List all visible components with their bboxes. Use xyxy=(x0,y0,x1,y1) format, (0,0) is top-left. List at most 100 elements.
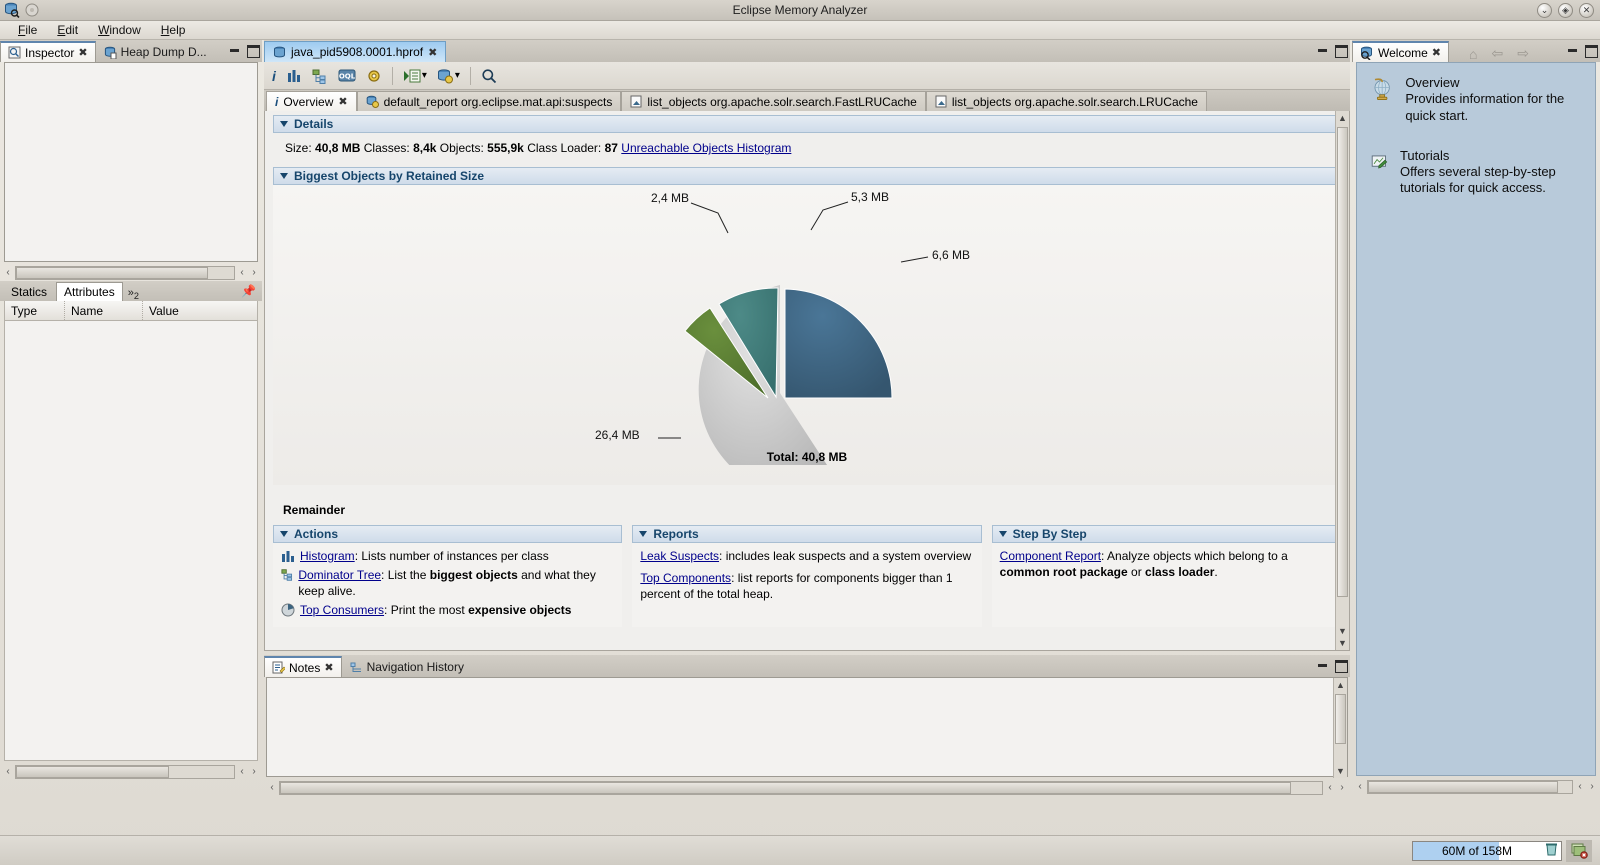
notes-minimize-icon[interactable] xyxy=(1316,658,1329,671)
step-by-step-header[interactable]: Step By Step xyxy=(991,525,1341,543)
run-report-chevron-down-icon[interactable]: ▾ xyxy=(455,70,460,81)
notes-scroll-left-icon[interactable]: ‹ xyxy=(267,782,277,793)
welcome-scroll-left-icon[interactable]: ‹ xyxy=(1355,781,1365,792)
notes-scroll-thumb[interactable] xyxy=(1335,694,1346,744)
biggest-objects-header[interactable]: Biggest Objects by Retained Size xyxy=(273,167,1341,185)
notes-text-area[interactable]: ▲ ▼ xyxy=(266,677,1348,778)
overview-scroll-up-icon[interactable]: ▲ xyxy=(1338,113,1347,123)
welcome-item-tutorials[interactable]: Tutorials Offers several step-by-step tu… xyxy=(1371,148,1585,197)
oql-icon[interactable]: OQL xyxy=(338,68,356,83)
back-arrow-icon[interactable]: ⇦ xyxy=(1491,45,1503,62)
notes-scroll-track[interactable] xyxy=(279,780,1323,795)
overview-scroll-thumb[interactable] xyxy=(1337,127,1348,597)
overview-scroll-end-icon[interactable]: ▼ xyxy=(1338,638,1347,648)
editor-tab-heap-dump[interactable]: java_pid5908.0001.hprof ✖ xyxy=(264,41,447,62)
tab-inspector-close-icon[interactable]: ✖ xyxy=(78,46,87,59)
menu-item-file[interactable]: File xyxy=(8,22,47,38)
pin-icon[interactable]: 📌 xyxy=(241,284,256,298)
editor-tab-close-icon[interactable]: ✖ xyxy=(428,46,437,59)
inspector-scroll-track[interactable] xyxy=(15,265,235,280)
menu-item-help[interactable]: Help xyxy=(151,22,196,38)
top-consumers-link[interactable]: Top Consumers xyxy=(300,603,384,617)
inspector-scroll-next-icon[interactable]: › xyxy=(249,267,259,278)
overview-scroll-down-icon[interactable]: ▼ xyxy=(1338,626,1347,636)
inspections-gear-icon[interactable] xyxy=(366,68,382,84)
histogram-link[interactable]: Histogram xyxy=(300,549,355,563)
notes-maximize-icon[interactable] xyxy=(1334,658,1348,673)
reports-header[interactable]: Reports xyxy=(632,525,982,543)
inner-tab-overview[interactable]: i Overview ✖ xyxy=(266,91,357,111)
welcome-maximize-icon[interactable] xyxy=(1584,43,1598,58)
component-report-link[interactable]: Component Report xyxy=(1000,549,1101,563)
run-query-icon[interactable]: ▾ xyxy=(403,68,427,84)
subtab-statics[interactable]: Statics xyxy=(4,283,54,301)
dominator-tree-link[interactable]: Dominator Tree xyxy=(298,568,381,582)
overview-vscrollbar[interactable]: ▲ ▼ ▼ xyxy=(1335,111,1349,650)
notes-vscrollbar[interactable]: ▲ ▼ xyxy=(1333,678,1347,778)
notes-scroll-down-icon[interactable]: ▼ xyxy=(1336,766,1345,776)
trash-icon[interactable] xyxy=(1541,842,1561,859)
actions-header[interactable]: Actions xyxy=(273,525,623,543)
welcome-prev-icon[interactable]: ‹ xyxy=(1575,781,1585,792)
tab-welcome[interactable]: Welcome ✖ xyxy=(1352,41,1450,62)
inner-tab-list-objects-lrucache[interactable]: list_objects org.apache.solr.search.LRUC… xyxy=(925,91,1207,111)
column-header-value[interactable]: Value xyxy=(143,301,257,320)
home-icon[interactable]: ⌂ xyxy=(1469,46,1477,62)
step-by-step-collapse-triangle-icon[interactable] xyxy=(998,531,1007,537)
welcome-scroll-track[interactable] xyxy=(1367,779,1573,794)
welcome-next-icon[interactable]: › xyxy=(1587,781,1597,792)
run-report-icon[interactable]: ▾ xyxy=(437,68,460,84)
inspector-bottom-prev-icon[interactable]: ‹ xyxy=(237,766,247,777)
inspector-hscrollbar[interactable]: ‹ ‹ › xyxy=(3,264,259,281)
search-icon[interactable] xyxy=(481,68,497,84)
run-query-chevron-down-icon[interactable]: ▾ xyxy=(422,70,427,81)
window-restore-button[interactable]: ◈ xyxy=(1558,3,1573,18)
window-close-button[interactable]: ✕ xyxy=(1579,3,1594,18)
editor-maximize-icon[interactable] xyxy=(1334,43,1348,58)
inspector-bottom-scroll-thumb[interactable] xyxy=(16,765,169,778)
welcome-minimize-icon[interactable] xyxy=(1566,43,1579,56)
inspector-bottom-scroll-left-icon[interactable]: ‹ xyxy=(3,766,13,777)
notes-hscrollbar[interactable]: ‹ ‹ › xyxy=(267,779,1347,796)
unreachable-objects-histogram-link[interactable]: Unreachable Objects Histogram xyxy=(621,141,791,155)
welcome-item-overview[interactable]: Overview Provides information for the qu… xyxy=(1371,75,1585,124)
inspector-minimize-icon[interactable] xyxy=(228,43,241,56)
heap-status-widget[interactable]: 60M of 158M xyxy=(1412,840,1562,861)
tab-notes[interactable]: Notes ✖ xyxy=(264,656,342,677)
column-header-type[interactable]: Type xyxy=(5,301,65,320)
top-components-link[interactable]: Top Components xyxy=(640,571,731,585)
editor-minimize-icon[interactable] xyxy=(1316,43,1329,56)
notes-next-icon[interactable]: › xyxy=(1337,782,1347,793)
inner-tab-overview-close-icon[interactable]: ✖ xyxy=(338,95,347,108)
subtab-overflow-chevron-icon[interactable]: »2 xyxy=(125,287,139,301)
welcome-scroll-thumb[interactable] xyxy=(1368,780,1558,793)
leak-suspects-link[interactable]: Leak Suspects xyxy=(640,549,719,563)
inspector-scroll-left-icon[interactable]: ‹ xyxy=(3,267,13,278)
overview-info-icon[interactable]: i xyxy=(272,68,276,84)
subtab-attributes[interactable]: Attributes xyxy=(56,282,123,301)
tab-heap-dump-details[interactable]: Heap Dump D... xyxy=(96,41,215,62)
histogram-icon[interactable] xyxy=(286,68,302,84)
window-minimize-button[interactable]: ⌄ xyxy=(1537,3,1552,18)
inner-tab-list-objects-fastlrucache[interactable]: list_objects org.apache.solr.search.Fast… xyxy=(621,91,926,111)
notes-scroll-up-icon[interactable]: ▲ xyxy=(1336,680,1345,690)
inspector-maximize-icon[interactable] xyxy=(246,43,260,58)
notes-scroll-hthumb[interactable] xyxy=(280,781,1291,794)
menu-item-edit[interactable]: Edit xyxy=(47,22,88,38)
welcome-hscrollbar[interactable]: ‹ ‹ › xyxy=(1355,778,1597,795)
details-collapse-triangle-icon[interactable] xyxy=(280,121,288,127)
inspector-bottom-next-icon[interactable]: › xyxy=(249,766,259,777)
biggest-objects-collapse-triangle-icon[interactable] xyxy=(280,173,288,179)
reports-collapse-triangle-icon[interactable] xyxy=(639,531,648,537)
tab-inspector[interactable]: Inspector ✖ xyxy=(0,41,96,62)
error-log-icon[interactable] xyxy=(1566,839,1592,862)
pie-slice-6-6mb[interactable] xyxy=(784,288,893,399)
dominator-tree-icon[interactable] xyxy=(312,68,328,84)
inner-tab-default-report[interactable]: default_report org.eclipse.mat.api:suspe… xyxy=(356,91,622,111)
actions-collapse-triangle-icon[interactable] xyxy=(280,531,288,537)
menu-item-window[interactable]: Window xyxy=(88,22,151,38)
tab-welcome-close-icon[interactable]: ✖ xyxy=(1432,46,1441,59)
details-section-header[interactable]: Details xyxy=(273,115,1341,133)
tab-navigation-history[interactable]: Navigation History xyxy=(342,656,472,677)
forward-arrow-icon[interactable]: ⇨ xyxy=(1517,45,1529,62)
